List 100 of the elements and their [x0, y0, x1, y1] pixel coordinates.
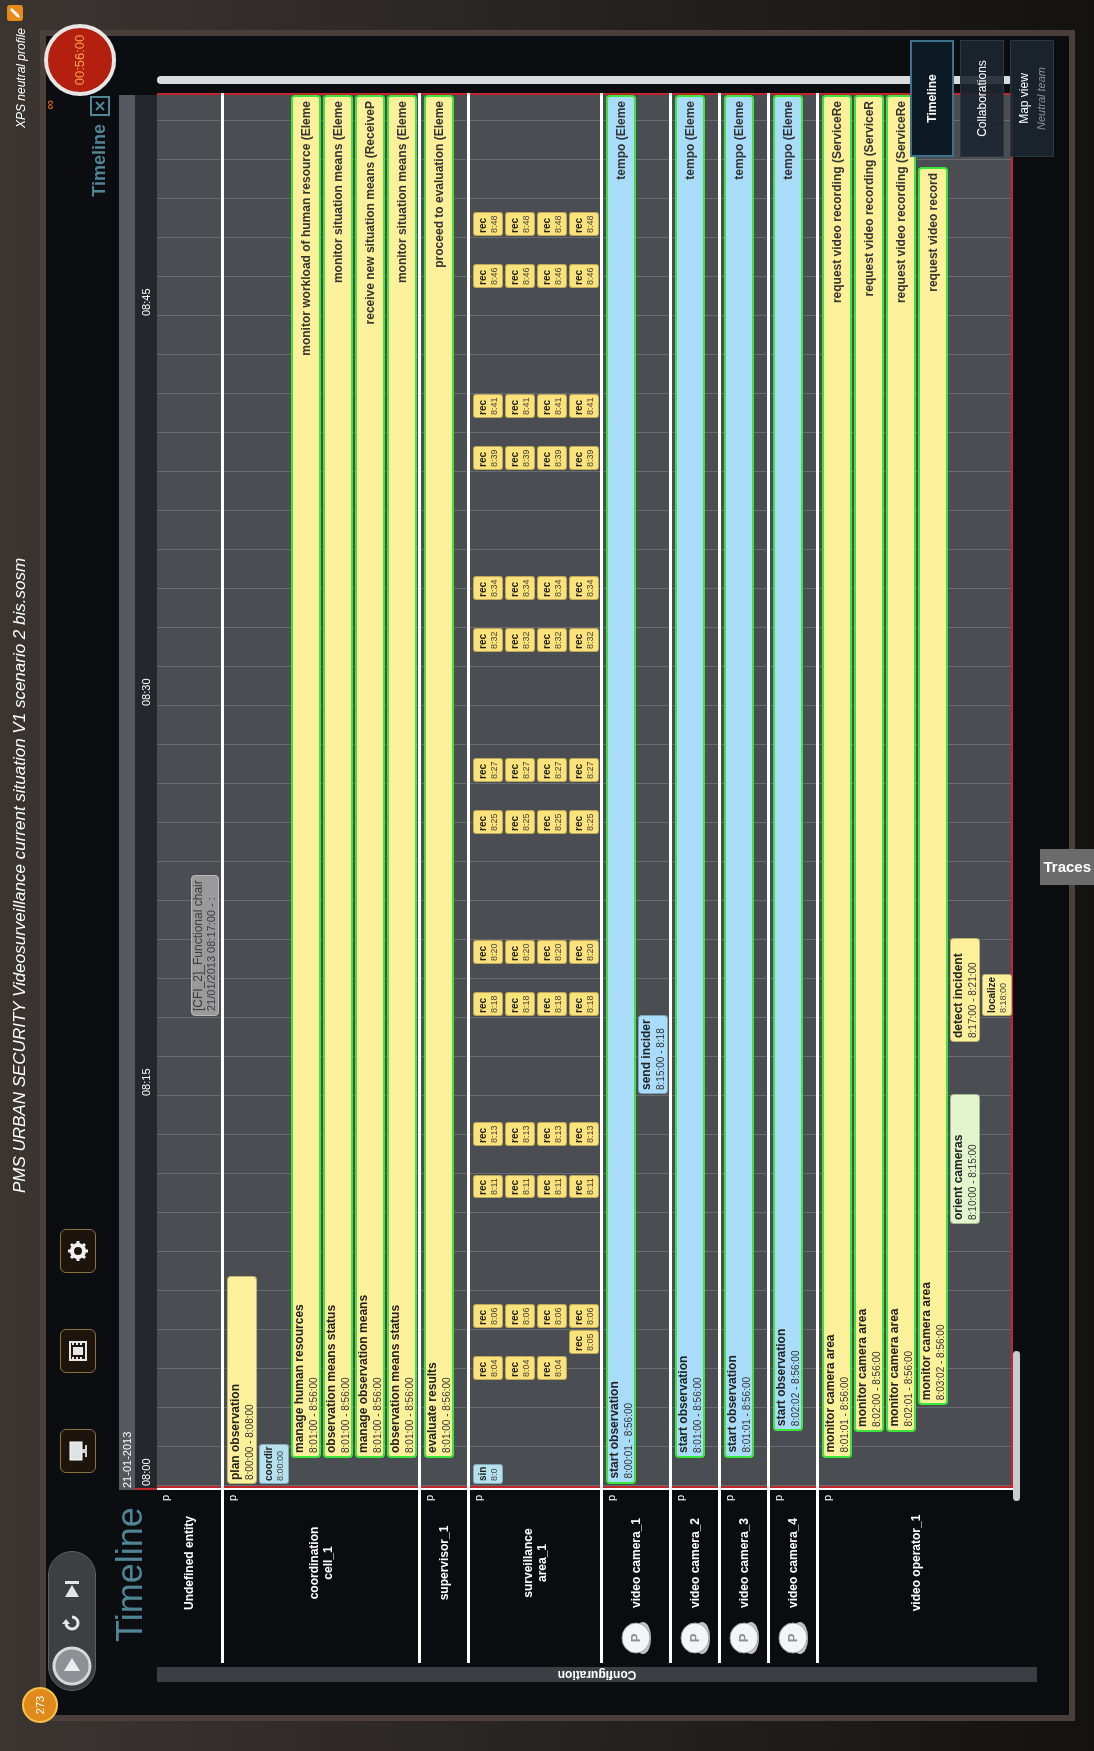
entity-header[interactable]: P video camera_4 p	[770, 1490, 816, 1663]
settings-button[interactable]	[60, 1229, 96, 1273]
event-chip[interactable]: rec 8:41	[569, 394, 599, 418]
event-chip[interactable]: localize 8:18:00	[982, 973, 1012, 1016]
event-chip[interactable]: rec 8:39	[473, 446, 503, 470]
entity-header[interactable]: supervisor_1 p	[421, 1490, 467, 1663]
event-chip[interactable]: rec 8:05	[569, 1330, 599, 1354]
event-chip[interactable]: rec 8:06	[537, 1304, 567, 1328]
event-chip[interactable]: rec 8:18	[537, 992, 567, 1016]
task-bar[interactable]: start observation 8:01:00 - 8:56:00 tempo (Eleme	[675, 95, 705, 1458]
task-bar[interactable]: evaluate results 8:01:00 - 8:56:00 proceed to evaluation (Eleme	[424, 95, 454, 1458]
entity-header[interactable]: P video camera_1 p	[603, 1490, 669, 1663]
entity-header[interactable]: surveillance area_1 p	[470, 1490, 600, 1663]
event-chip[interactable]: rec 8:04	[505, 1356, 535, 1380]
event-chip[interactable]: rec 8:32	[473, 628, 503, 652]
event-chip[interactable]: rec 8:13	[473, 1122, 503, 1146]
event-chip[interactable]: rec 8:11	[473, 1175, 503, 1198]
event-chip[interactable]: sin 8:0	[473, 1463, 503, 1484]
event-chip[interactable]: rec 8:34	[505, 576, 535, 600]
task-bar[interactable]: monitor camera area 8:02:01 - 8:56:00 request video recording (ServiceRe	[886, 95, 916, 1432]
event-time: 8:46	[553, 267, 563, 285]
event-chip[interactable]: rec 8:04	[537, 1356, 567, 1380]
event-chip[interactable]: rec 8:27	[537, 758, 567, 782]
event-chip[interactable]: rec 8:34	[537, 576, 567, 600]
entity-header[interactable]: coordination cell_1 p	[224, 1490, 418, 1663]
event-chip[interactable]: rec 8:25	[569, 810, 599, 834]
monitor-button[interactable]	[60, 1429, 96, 1473]
event-chip[interactable]: rec 8:48	[569, 212, 599, 236]
event-chip[interactable]: rec 8:06	[505, 1304, 535, 1328]
task-bar[interactable]: monitor camera area 8:02:00 - 8:56:00 request video recording (ServiceR	[854, 95, 884, 1432]
entity-header[interactable]: P video camera_2 p	[672, 1490, 718, 1663]
event-chip[interactable]: rec 8:20	[537, 940, 567, 964]
event-chip[interactable]: rec 8:20	[473, 940, 503, 964]
view-tab[interactable]: Collaborations	[960, 40, 1004, 157]
event-chip[interactable]: rec 8:27	[505, 758, 535, 782]
event-chip[interactable]: rec 8:20	[505, 940, 535, 964]
task-bar[interactable]: start observation 8:02:02 - 8:56:00 tempo (Eleme	[773, 95, 803, 1432]
event-chip[interactable]: rec 8:34	[473, 576, 503, 600]
event-chip[interactable]: rec 8:39	[569, 446, 599, 470]
event-chip[interactable]: rec 8:13	[569, 1122, 599, 1146]
event-chip[interactable]: rec 8:11	[537, 1175, 567, 1198]
event-chip[interactable]: rec 8:25	[537, 810, 567, 834]
event-chip[interactable]: rec 8:41	[473, 394, 503, 418]
side-tab[interactable]: Configuration	[157, 1667, 1037, 1682]
event-chip[interactable]: rec 8:20	[569, 940, 599, 964]
event-chip[interactable]: rec 8:48	[537, 212, 567, 236]
task-bar[interactable]: monitor camera area 8:01:01 - 8:56:00 request video recording (ServiceRe	[822, 95, 852, 1458]
event-chip[interactable]: rec 8:06	[569, 1304, 599, 1328]
event-chip[interactable]: rec 8:25	[505, 810, 535, 834]
task-bar[interactable]: plan observation 8:00:00 - 8:08:00	[227, 1276, 257, 1484]
event-chip[interactable]: rec 8:27	[473, 758, 503, 782]
event-chip[interactable]: rec 8:48	[473, 212, 503, 236]
task-bar[interactable]: observation means status 8:01:00 - 8:56:00 monitor situation means (Eleme	[387, 95, 417, 1458]
event-chip[interactable]: rec 8:18	[569, 992, 599, 1016]
event-chip[interactable]: rec 8:39	[505, 446, 535, 470]
event-chip[interactable]: rec 8:04	[473, 1356, 503, 1380]
view-tab[interactable]: Timeline	[910, 40, 954, 157]
task-bar[interactable]: send incider 8:15:00 - 8:18	[638, 1015, 668, 1094]
date-label: 21-01-2013	[119, 1431, 134, 1488]
event-chip[interactable]: rec 8:32	[505, 628, 535, 652]
event-chip[interactable]: rec 8:11	[569, 1175, 599, 1198]
pencil-icon[interactable]	[6, 4, 24, 22]
event-chip[interactable]: rec 8:46	[569, 264, 599, 288]
task-bar[interactable]: manage observation means 8:01:00 - 8:56:00 receive new situation means (ReceiveP	[355, 95, 385, 1458]
event-chip[interactable]: rec 8:46	[505, 264, 535, 288]
scrollbar-thumb[interactable]	[1013, 1351, 1020, 1501]
event-chip[interactable]: rec 8:32	[537, 628, 567, 652]
entity-header[interactable]: Undefined entity p	[157, 1490, 221, 1663]
task-bar[interactable]: detect incident 8:17:00 - 8:21:00	[950, 938, 980, 1042]
event-chip[interactable]: rec 8:46	[537, 264, 567, 288]
event-chip[interactable]: rec 8:41	[537, 394, 567, 418]
event-chip[interactable]: rec 8:41	[505, 394, 535, 418]
event-chip[interactable]: rec 8:18	[473, 992, 503, 1016]
task-bar[interactable]: start observation 8:01:01 - 8:56:00 tempo (Eleme	[724, 95, 754, 1458]
event-chip[interactable]: rec 8:11	[505, 1175, 535, 1198]
event-chip[interactable]: rec 8:27	[569, 758, 599, 782]
event-chip[interactable]: rec 8:48	[505, 212, 535, 236]
task-bar[interactable]: start observation 8:00:01 - 8:56:00 tempo (Eleme	[606, 95, 636, 1484]
traces-tab[interactable]: Traces	[1040, 849, 1094, 885]
event-chip[interactable]: rec 8:13	[537, 1122, 567, 1146]
task-bar[interactable]: observation means status 8:01:00 - 8:56:00 monitor situation means (Eleme	[323, 95, 353, 1458]
entity-header[interactable]: P video camera_3 p	[721, 1490, 767, 1663]
event-chip[interactable]: coordir 8:00:00	[259, 1443, 289, 1484]
film-button[interactable]	[60, 1329, 96, 1373]
event-time: 8:18:00	[998, 982, 1008, 1013]
task-bar[interactable]: manage human resources 8:01:00 - 8:56:00 monitor workload of human resource (Eleme	[291, 95, 321, 1458]
event-chip[interactable]: rec 8:06	[473, 1304, 503, 1328]
event-chip[interactable]: rec 8:34	[569, 576, 599, 600]
view-tab[interactable]: Map view Neutral team	[1010, 40, 1054, 157]
event-chip[interactable]: rec 8:39	[537, 446, 567, 470]
play-icon[interactable]	[52, 1646, 92, 1686]
event-chip[interactable]: rec 8:46	[473, 264, 503, 288]
event-chip[interactable]: rec 8:13	[505, 1122, 535, 1146]
close-button[interactable]	[89, 96, 110, 116]
event-chip[interactable]: rec 8:18	[505, 992, 535, 1016]
task-bar[interactable]: monitor camera area 8:03:02 - 8:56:00 request video record	[918, 167, 948, 1406]
task-bar[interactable]: orient cameras 8:10:00 - 8:15:00	[950, 1094, 980, 1224]
event-chip[interactable]: rec 8:25	[473, 810, 503, 834]
event-chip[interactable]: rec 8:32	[569, 628, 599, 652]
entity-header[interactable]: video operator_1 p	[819, 1490, 1013, 1663]
